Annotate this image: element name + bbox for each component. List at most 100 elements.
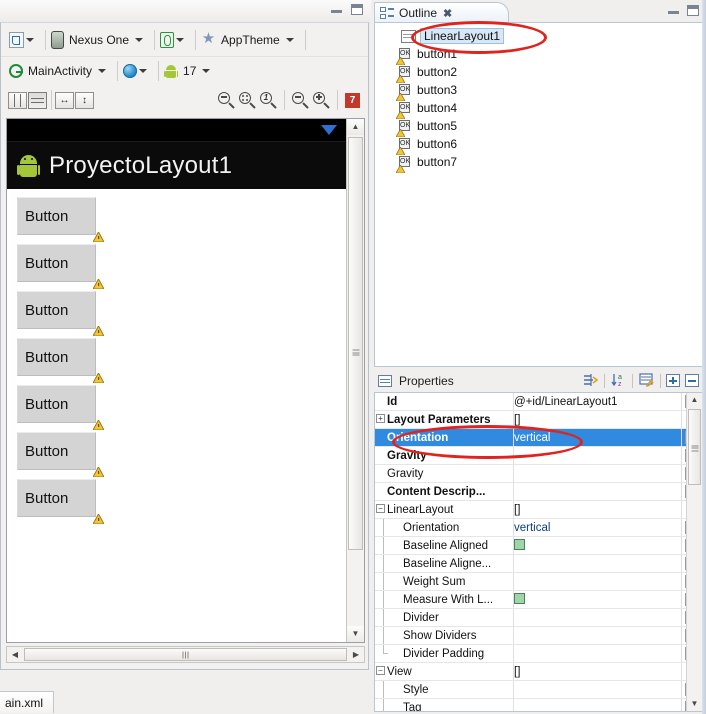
scrollbar-thumb[interactable] [348,137,363,550]
tree-item-linearlayout1[interactable]: LinearLayout1 [375,27,702,45]
table-row[interactable]: Divider … [375,608,702,627]
scroll-up-arrow-icon[interactable]: ▲ [687,393,702,407]
chevron-down-icon[interactable] [202,69,211,73]
collapse-all-icon[interactable] [685,374,699,387]
table-row[interactable]: Baseline Aligned … [375,536,702,555]
expand-all-icon[interactable] [666,374,680,387]
property-value[interactable]: vertical [514,432,550,444]
scrollbar-thumb[interactable] [688,409,701,485]
minimize-icon[interactable] [668,5,679,16]
tree-item-button7[interactable]: OK button7 [375,153,702,174]
vertical-resize-icon[interactable]: ↕ [75,91,94,109]
preview-button[interactable]: Button [17,479,96,517]
close-icon[interactable]: ✖ [443,7,452,20]
preview-button[interactable]: Button [17,291,96,329]
tree-item-button2[interactable]: OK button2 [375,63,702,84]
preview-button-row[interactable]: Button [17,197,104,242]
table-row[interactable]: Baseline Aligne... … [375,554,702,573]
table-row[interactable]: + Layout Parameters [] [375,410,702,429]
rows-layout-icon[interactable] [28,91,47,109]
properties-table-container[interactable]: Id @+id/LinearLayout1 … +Layout Paramete… [374,392,703,712]
zoom-actual-size-icon[interactable]: 1 [260,91,277,109]
activity-chooser-button[interactable]: MainActivity [7,59,114,83]
tree-item-button1[interactable]: OK button1 [375,45,702,66]
restore-default-value-icon[interactable] [638,372,655,389]
preview-button[interactable]: Button [17,244,96,282]
zoom-out-icon[interactable] [292,91,309,109]
table-row[interactable]: Gravity … [375,446,702,465]
config-chooser-button[interactable] [7,28,42,52]
collapse-icon[interactable]: − [376,504,385,513]
collapse-icon[interactable]: − [376,666,385,675]
preview-button-row[interactable]: Button [17,479,104,524]
zoom-selection-icon[interactable] [239,91,256,109]
table-row[interactable]: Orientation vertical … [375,518,702,537]
preview-button[interactable]: Button [17,432,96,470]
preview-button-row[interactable]: Button [17,338,104,383]
table-row[interactable]: Measure With L... … [375,590,702,609]
table-row-selected[interactable]: Orientation vertical … [375,428,702,447]
preview-button-row[interactable]: Button [17,291,104,336]
outline-view-buttons [668,5,699,16]
preview-button-row[interactable]: Button [17,244,104,289]
canvas-vertical-scrollbar[interactable]: ▲ ▼ [346,119,364,642]
table-row[interactable]: Id @+id/LinearLayout1 … [375,393,702,411]
columns-layout-icon[interactable] [8,91,27,109]
error-count-badge[interactable]: 7 [345,92,360,108]
table-row[interactable]: Gravity … [375,464,702,483]
zoom-fit-icon[interactable] [218,91,235,109]
preview-button-row[interactable]: Button [17,385,104,430]
tree-item-button5[interactable]: OK button5 [375,117,702,138]
table-row[interactable]: − LinearLayout [] [375,500,702,519]
maximize-icon[interactable] [687,5,699,16]
scroll-right-arrow-icon[interactable]: ▶ [348,650,364,659]
sort-alphabetical-icon[interactable]: az [610,372,627,389]
tree-item-button4[interactable]: OK button4 [375,99,702,120]
minimize-icon[interactable] [331,4,342,15]
properties-vertical-scrollbar[interactable]: ▲ ▼ [686,393,702,711]
property-value[interactable]: @+id/LinearLayout1 [514,396,617,408]
chevron-down-icon[interactable] [26,37,34,42]
device-chooser-button[interactable]: Nexus One [49,28,151,52]
table-row[interactable]: Content Descrip... … [375,482,702,501]
layout-preview-canvas[interactable]: ProyectoLayout1 Button Button Button [6,118,365,643]
zoom-in-icon[interactable] [313,91,330,109]
scroll-up-arrow-icon[interactable]: ▲ [347,119,364,135]
chevron-down-icon[interactable] [135,37,144,42]
scroll-down-arrow-icon[interactable]: ▼ [347,626,364,642]
property-checkbox[interactable] [514,592,525,604]
scroll-left-arrow-icon[interactable]: ◀ [7,650,23,659]
scroll-down-arrow-icon[interactable]: ▼ [687,697,702,711]
canvas-horizontal-scrollbar[interactable]: ◀ ▶ [6,646,365,663]
horizontal-resize-icon[interactable]: ↔ [55,91,74,109]
chevron-down-icon[interactable] [98,69,107,73]
expand-icon[interactable]: + [376,414,385,423]
preview-button[interactable]: Button [17,385,96,423]
show-advanced-properties-icon[interactable] [582,372,599,389]
table-row[interactable]: Tag … [375,698,702,711]
outline-tree[interactable]: LinearLayout1 OK button1 OK button2 OK b… [374,22,703,367]
theme-chooser-button[interactable]: ★ AppTheme [199,28,302,52]
tree-item-button6[interactable]: OK button6 [375,135,702,156]
chevron-down-icon[interactable] [285,37,294,42]
preview-button-row[interactable]: Button [17,432,104,477]
preview-button[interactable]: Button [17,338,96,376]
chevron-down-icon[interactable] [176,37,185,42]
api-level-chooser-button[interactable]: 17 [162,59,218,83]
orientation-chooser-button[interactable] [158,28,192,52]
chevron-down-icon[interactable] [139,69,148,73]
restore-icon[interactable] [351,4,363,15]
tab-outline[interactable]: Outline ✖ [374,2,509,23]
tree-item-button3[interactable]: OK button3 [375,81,702,102]
property-value[interactable]: vertical [514,522,550,534]
locale-chooser-button[interactable] [121,59,155,83]
file-tab-main-xml[interactable]: ain.xml [0,691,55,713]
table-row[interactable]: − View [] [375,662,702,681]
preview-button[interactable]: Button [17,197,96,235]
table-row[interactable]: Show Dividers … [375,626,702,645]
property-checkbox[interactable] [514,538,525,550]
table-row[interactable]: Style … [375,680,702,699]
table-row[interactable]: Divider Padding … [375,644,702,663]
table-row[interactable]: Weight Sum … [375,572,702,591]
scrollbar-thumb[interactable] [24,648,347,661]
